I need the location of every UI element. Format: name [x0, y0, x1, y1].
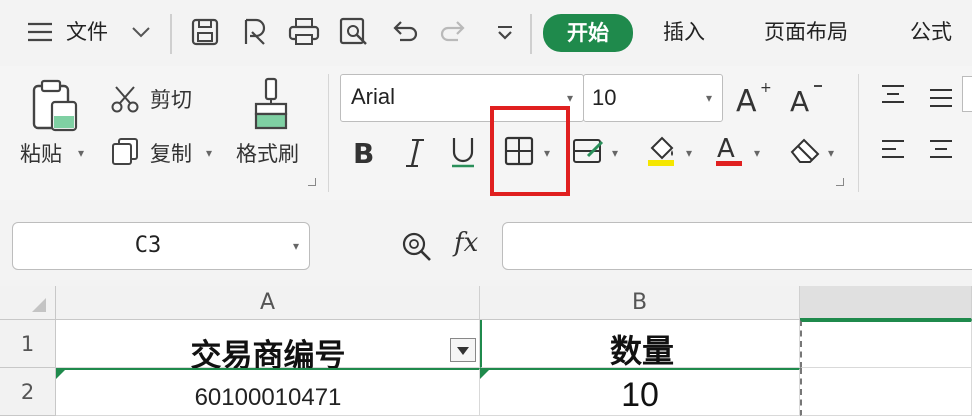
menu-bar: 文件 开始 插入 页面布局 公式 [0, 0, 972, 66]
column-header-b[interactable]: B [480, 286, 800, 320]
highlight-box [490, 106, 570, 196]
font-group-launcher[interactable] [836, 178, 844, 186]
align-top-icon[interactable] [878, 82, 908, 110]
format-painter-icon[interactable] [252, 76, 292, 132]
svg-text:+: + [760, 80, 772, 96]
svg-text:A: A [717, 134, 735, 164]
svg-text:A: A [790, 85, 809, 116]
tab-insert[interactable]: 插入 [663, 18, 705, 46]
partial-control [962, 76, 972, 112]
copy-icon[interactable] [110, 136, 140, 166]
cell-a1[interactable]: 交易商编号 [56, 320, 480, 374]
separator [858, 74, 859, 192]
name-box-dropdown-icon[interactable]: ▾ [293, 239, 299, 253]
paste-icon[interactable] [28, 78, 80, 134]
paste-dropdown-icon[interactable]: ▾ [78, 146, 84, 160]
font-name-dropdown-icon[interactable]: ▾ [567, 91, 573, 105]
redo-icon[interactable] [440, 18, 468, 46]
cut-icon[interactable] [110, 84, 140, 114]
copy-label[interactable]: 复制 [150, 140, 192, 168]
name-box-value: C3 [134, 233, 162, 258]
select-all-corner[interactable] [0, 286, 56, 320]
row-header-1[interactable]: 1 [0, 320, 56, 368]
print-icon[interactable] [288, 17, 320, 47]
cell-c1[interactable] [800, 320, 972, 368]
font-color-icon[interactable]: A [714, 132, 746, 168]
tab-home[interactable]: 开始 [543, 14, 633, 52]
separator [530, 14, 532, 54]
tab-formula[interactable]: 公式 [910, 18, 952, 46]
cell-b1-text: 数量 [609, 332, 674, 370]
font-name-value: Arial [351, 84, 396, 109]
svg-text:A: A [736, 84, 757, 116]
clipboard-group-launcher[interactable] [308, 178, 316, 186]
name-box[interactable]: C3 ▾ [12, 222, 310, 270]
undo-icon[interactable] [390, 18, 418, 46]
copy-dropdown-icon[interactable]: ▾ [206, 146, 212, 160]
separator [328, 74, 329, 192]
cell-b2[interactable]: 10 [480, 368, 800, 416]
cut-label[interactable]: 剪切 [150, 86, 192, 114]
fill-color-dropdown-icon[interactable]: ▾ [686, 146, 692, 160]
cell-a2[interactable]: 60100010471 [56, 368, 480, 416]
merge-cells-dropdown-icon[interactable]: ▾ [612, 146, 618, 160]
align-center-icon[interactable] [926, 136, 956, 166]
underline-icon[interactable] [448, 134, 478, 170]
cell-c2[interactable] [800, 368, 972, 416]
font-size-select[interactable]: 10 ▾ [583, 74, 723, 122]
cell-b1[interactable]: 数量 [480, 320, 800, 370]
print-preview-icon[interactable] [338, 16, 370, 48]
row-header-2[interactable]: 2 [0, 368, 56, 416]
eraser-dropdown-icon[interactable]: ▾ [828, 146, 834, 160]
filter-dropdown-button[interactable] [450, 338, 476, 362]
column-header-c[interactable] [800, 286, 972, 320]
output-icon[interactable] [240, 16, 270, 48]
formula-bar: C3 ▾ fx [0, 200, 972, 286]
align-left-icon[interactable] [878, 136, 908, 166]
font-size-dropdown-icon[interactable]: ▾ [706, 91, 712, 105]
merge-cells-icon[interactable] [572, 136, 606, 166]
italic-icon[interactable] [402, 136, 428, 170]
align-middle-icon[interactable] [926, 82, 956, 110]
zoom-search-icon[interactable] [400, 230, 434, 264]
column-header-a[interactable]: A [56, 286, 480, 320]
formula-input[interactable] [502, 222, 972, 270]
bold-icon[interactable]: B [350, 136, 380, 170]
save-icon[interactable] [190, 17, 220, 47]
fx-label[interactable]: fx [454, 228, 478, 258]
ribbon: 粘贴 ▾ 剪切 复制 ▾ 格式刷 Arial ▾ 10 ▾ A + A B ▾ … [0, 66, 972, 200]
chevron-down-icon[interactable] [130, 24, 152, 40]
hamburger-menu-icon[interactable] [26, 20, 54, 44]
spreadsheet-grid: A B 1 2 交易商编号 数量 60100010471 10 [0, 286, 972, 416]
fill-color-icon[interactable] [644, 132, 680, 168]
tab-page-layout[interactable]: 页面布局 [764, 18, 848, 46]
format-painter-label[interactable]: 格式刷 [236, 140, 299, 168]
font-color-dropdown-icon[interactable]: ▾ [754, 146, 760, 160]
cell-b2-text: 10 [621, 376, 659, 414]
file-menu-label[interactable]: 文件 [66, 18, 108, 46]
decrease-font-size-icon[interactable]: A [788, 80, 828, 116]
paste-label[interactable]: 粘贴 [20, 140, 62, 168]
separator [170, 14, 172, 54]
increase-font-size-icon[interactable]: A + [734, 80, 774, 116]
svg-text:B: B [353, 137, 374, 170]
cell-a2-text: 60100010471 [194, 384, 342, 411]
font-size-value: 10 [592, 85, 617, 110]
eraser-icon[interactable] [788, 134, 822, 166]
customize-dropdown-icon[interactable] [494, 22, 516, 44]
